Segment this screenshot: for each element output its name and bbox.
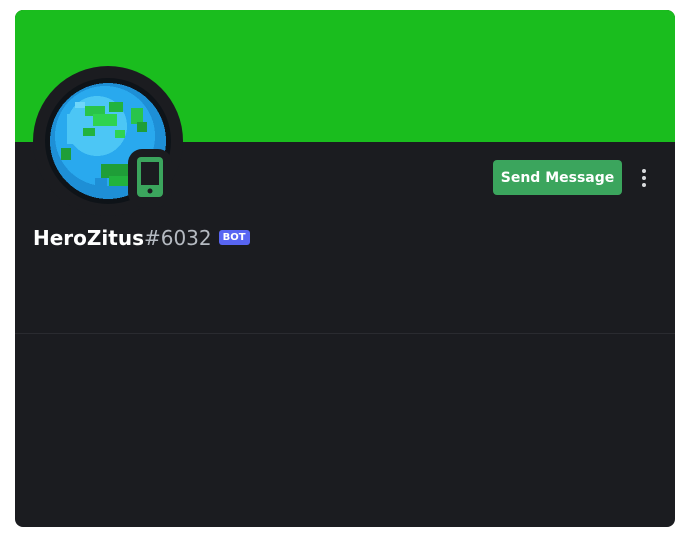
send-message-button[interactable]: Send Message [493,160,622,195]
more-vertical-icon[interactable] [634,164,654,192]
mobile-status-indicator [128,149,172,207]
section-divider [15,333,675,334]
more-dot [642,169,646,173]
username[interactable]: HeroZitus [33,226,144,250]
bot-badge: BOT [218,229,250,245]
user-name-row: HeroZitus #6032 BOT [33,226,250,250]
more-dot [642,183,646,187]
more-dot [642,176,646,180]
profile-card: Send Message HeroZitus #6032 BOT [15,10,675,527]
mobile-phone-icon [137,157,163,197]
discriminator: #6032 [143,226,212,250]
